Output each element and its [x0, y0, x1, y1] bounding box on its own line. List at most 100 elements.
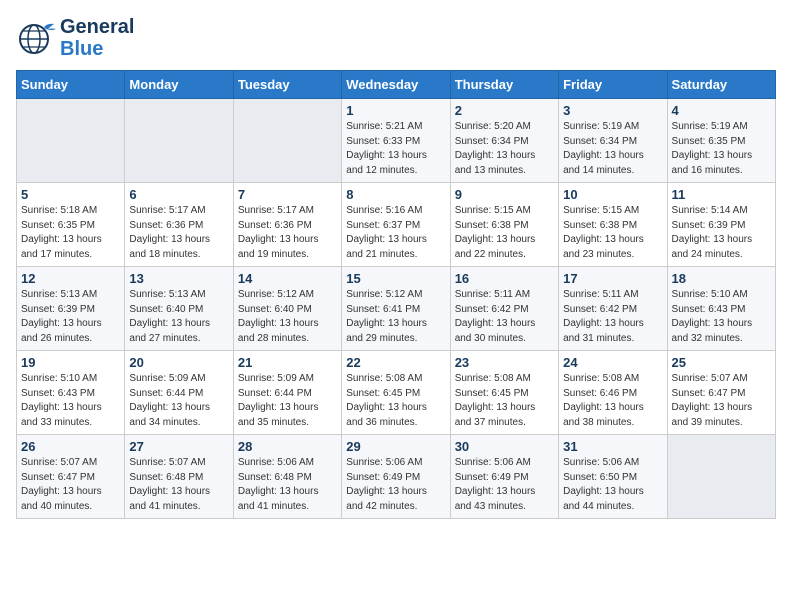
- cell-info: Sunrise: 5:08 AM Sunset: 6:46 PM Dayligh…: [563, 372, 662, 430]
- cell-info: Sunrise: 5:07 AM Sunset: 6:47 PM Dayligh…: [672, 372, 771, 430]
- calendar-cell: [125, 99, 233, 183]
- day-number: 1: [346, 103, 445, 118]
- day-number: 27: [129, 439, 228, 454]
- day-number: 15: [346, 271, 445, 286]
- cell-info: Sunrise: 5:08 AM Sunset: 6:45 PM Dayligh…: [346, 372, 445, 430]
- calendar-cell: 8 Sunrise: 5:16 AM Sunset: 6:37 PM Daylig…: [342, 183, 450, 267]
- calendar-cell: 31 Sunrise: 5:06 AM Sunset: 6:50 PM Dayli…: [559, 435, 667, 519]
- calendar-cell: 12 Sunrise: 5:13 AM Sunset: 6:39 PM Dayli…: [17, 267, 125, 351]
- cell-info: Sunrise: 5:11 AM Sunset: 6:42 PM Dayligh…: [563, 288, 662, 346]
- weekday-header-wednesday: Wednesday: [342, 71, 450, 99]
- cell-info: Sunrise: 5:06 AM Sunset: 6:50 PM Dayligh…: [563, 456, 662, 514]
- day-number: 29: [346, 439, 445, 454]
- cell-info: Sunrise: 5:12 AM Sunset: 6:40 PM Dayligh…: [238, 288, 337, 346]
- calendar-cell: 26 Sunrise: 5:07 AM Sunset: 6:47 PM Dayli…: [17, 435, 125, 519]
- calendar-cell: 15 Sunrise: 5:12 AM Sunset: 6:41 PM Dayli…: [342, 267, 450, 351]
- day-number: 6: [129, 187, 228, 202]
- calendar-cell: 20 Sunrise: 5:09 AM Sunset: 6:44 PM Dayli…: [125, 351, 233, 435]
- day-number: 31: [563, 439, 662, 454]
- calendar-cell: 21 Sunrise: 5:09 AM Sunset: 6:44 PM Dayli…: [233, 351, 341, 435]
- day-number: 10: [563, 187, 662, 202]
- calendar-cell: [667, 435, 775, 519]
- day-number: 17: [563, 271, 662, 286]
- cell-info: Sunrise: 5:17 AM Sunset: 6:36 PM Dayligh…: [238, 204, 337, 262]
- logo: General Blue: [16, 16, 134, 60]
- calendar-cell: 28 Sunrise: 5:06 AM Sunset: 6:48 PM Dayli…: [233, 435, 341, 519]
- cell-info: Sunrise: 5:13 AM Sunset: 6:40 PM Dayligh…: [129, 288, 228, 346]
- cell-info: Sunrise: 5:09 AM Sunset: 6:44 PM Dayligh…: [238, 372, 337, 430]
- cell-info: Sunrise: 5:06 AM Sunset: 6:48 PM Dayligh…: [238, 456, 337, 514]
- cell-info: Sunrise: 5:14 AM Sunset: 6:39 PM Dayligh…: [672, 204, 771, 262]
- cell-info: Sunrise: 5:16 AM Sunset: 6:37 PM Dayligh…: [346, 204, 445, 262]
- calendar-table: SundayMondayTuesdayWednesdayThursdayFrid…: [16, 70, 776, 519]
- calendar-cell: [17, 99, 125, 183]
- day-number: 25: [672, 355, 771, 370]
- calendar-cell: 10 Sunrise: 5:15 AM Sunset: 6:38 PM Dayli…: [559, 183, 667, 267]
- calendar-cell: 30Sunrise: 5:06 AM Sunset: 6:49 PM Dayli…: [450, 435, 558, 519]
- cell-info: Sunrise: 5:19 AM Sunset: 6:34 PM Dayligh…: [563, 120, 662, 178]
- calendar-cell: 13 Sunrise: 5:13 AM Sunset: 6:40 PM Dayli…: [125, 267, 233, 351]
- cell-info: Sunrise: 5:10 AM Sunset: 6:43 PM Dayligh…: [672, 288, 771, 346]
- cell-info: Sunrise: 5:15 AM Sunset: 6:38 PM Dayligh…: [455, 204, 554, 262]
- logo-blue: Blue: [60, 38, 134, 60]
- calendar-cell: 18 Sunrise: 5:10 AM Sunset: 6:43 PM Dayli…: [667, 267, 775, 351]
- calendar-cell: 14 Sunrise: 5:12 AM Sunset: 6:40 PM Dayli…: [233, 267, 341, 351]
- day-number: 5: [21, 187, 120, 202]
- weekday-header-sunday: Sunday: [17, 71, 125, 99]
- day-number: 9: [455, 187, 554, 202]
- calendar-week-row: 1 Sunrise: 5:21 AM Sunset: 6:33 PM Daylig…: [17, 99, 776, 183]
- cell-info: Sunrise: 5:06 AM Sunset: 6:49 PM Dayligh…: [346, 456, 445, 514]
- calendar-cell: 27 Sunrise: 5:07 AM Sunset: 6:48 PM Dayli…: [125, 435, 233, 519]
- day-number: 26: [21, 439, 120, 454]
- day-number: 24: [563, 355, 662, 370]
- calendar-cell: 2 Sunrise: 5:20 AM Sunset: 6:34 PM Daylig…: [450, 99, 558, 183]
- calendar-cell: 4Sunrise: 5:19 AM Sunset: 6:35 PM Daylig…: [667, 99, 775, 183]
- day-number: 28: [238, 439, 337, 454]
- day-number: 21: [238, 355, 337, 370]
- day-number: 13: [129, 271, 228, 286]
- weekday-header-thursday: Thursday: [450, 71, 558, 99]
- cell-info: Sunrise: 5:21 AM Sunset: 6:33 PM Dayligh…: [346, 120, 445, 178]
- day-number: 4: [672, 103, 771, 118]
- day-number: 19: [21, 355, 120, 370]
- cell-info: Sunrise: 5:20 AM Sunset: 6:34 PM Dayligh…: [455, 120, 554, 178]
- calendar-cell: 11 Sunrise: 5:14 AM Sunset: 6:39 PM Dayli…: [667, 183, 775, 267]
- cell-info: Sunrise: 5:07 AM Sunset: 6:47 PM Dayligh…: [21, 456, 120, 514]
- calendar-cell: [233, 99, 341, 183]
- calendar-cell: 6Sunrise: 5:17 AM Sunset: 6:36 PM Daylig…: [125, 183, 233, 267]
- calendar-cell: 23Sunrise: 5:08 AM Sunset: 6:45 PM Dayli…: [450, 351, 558, 435]
- weekday-header-tuesday: Tuesday: [233, 71, 341, 99]
- calendar-cell: 1 Sunrise: 5:21 AM Sunset: 6:33 PM Daylig…: [342, 99, 450, 183]
- weekday-header-saturday: Saturday: [667, 71, 775, 99]
- day-number: 11: [672, 187, 771, 202]
- cell-info: Sunrise: 5:07 AM Sunset: 6:48 PM Dayligh…: [129, 456, 228, 514]
- day-number: 2: [455, 103, 554, 118]
- logo-general: General: [60, 16, 134, 38]
- cell-info: Sunrise: 5:09 AM Sunset: 6:44 PM Dayligh…: [129, 372, 228, 430]
- calendar-cell: 22 Sunrise: 5:08 AM Sunset: 6:45 PM Dayli…: [342, 351, 450, 435]
- calendar-cell: 29 Sunrise: 5:06 AM Sunset: 6:49 PM Dayli…: [342, 435, 450, 519]
- cell-info: Sunrise: 5:11 AM Sunset: 6:42 PM Dayligh…: [455, 288, 554, 346]
- page-header: General Blue: [16, 16, 776, 60]
- calendar-week-row: 19Sunrise: 5:10 AM Sunset: 6:43 PM Dayli…: [17, 351, 776, 435]
- day-number: 8: [346, 187, 445, 202]
- day-number: 14: [238, 271, 337, 286]
- weekday-header-row: SundayMondayTuesdayWednesdayThursdayFrid…: [17, 71, 776, 99]
- weekday-header-monday: Monday: [125, 71, 233, 99]
- calendar-cell: 19Sunrise: 5:10 AM Sunset: 6:43 PM Dayli…: [17, 351, 125, 435]
- day-number: 18: [672, 271, 771, 286]
- day-number: 22: [346, 355, 445, 370]
- calendar-week-row: 26 Sunrise: 5:07 AM Sunset: 6:47 PM Dayli…: [17, 435, 776, 519]
- day-number: 23: [455, 355, 554, 370]
- cell-info: Sunrise: 5:06 AM Sunset: 6:49 PM Dayligh…: [455, 456, 554, 514]
- day-number: 12: [21, 271, 120, 286]
- calendar-cell: 7Sunrise: 5:17 AM Sunset: 6:36 PM Daylig…: [233, 183, 341, 267]
- day-number: 20: [129, 355, 228, 370]
- cell-info: Sunrise: 5:12 AM Sunset: 6:41 PM Dayligh…: [346, 288, 445, 346]
- calendar-week-row: 5Sunrise: 5:18 AM Sunset: 6:35 PM Daylig…: [17, 183, 776, 267]
- calendar-cell: 16Sunrise: 5:11 AM Sunset: 6:42 PM Dayli…: [450, 267, 558, 351]
- cell-info: Sunrise: 5:13 AM Sunset: 6:39 PM Dayligh…: [21, 288, 120, 346]
- day-number: 3: [563, 103, 662, 118]
- calendar-cell: 24 Sunrise: 5:08 AM Sunset: 6:46 PM Dayli…: [559, 351, 667, 435]
- cell-info: Sunrise: 5:15 AM Sunset: 6:38 PM Dayligh…: [563, 204, 662, 262]
